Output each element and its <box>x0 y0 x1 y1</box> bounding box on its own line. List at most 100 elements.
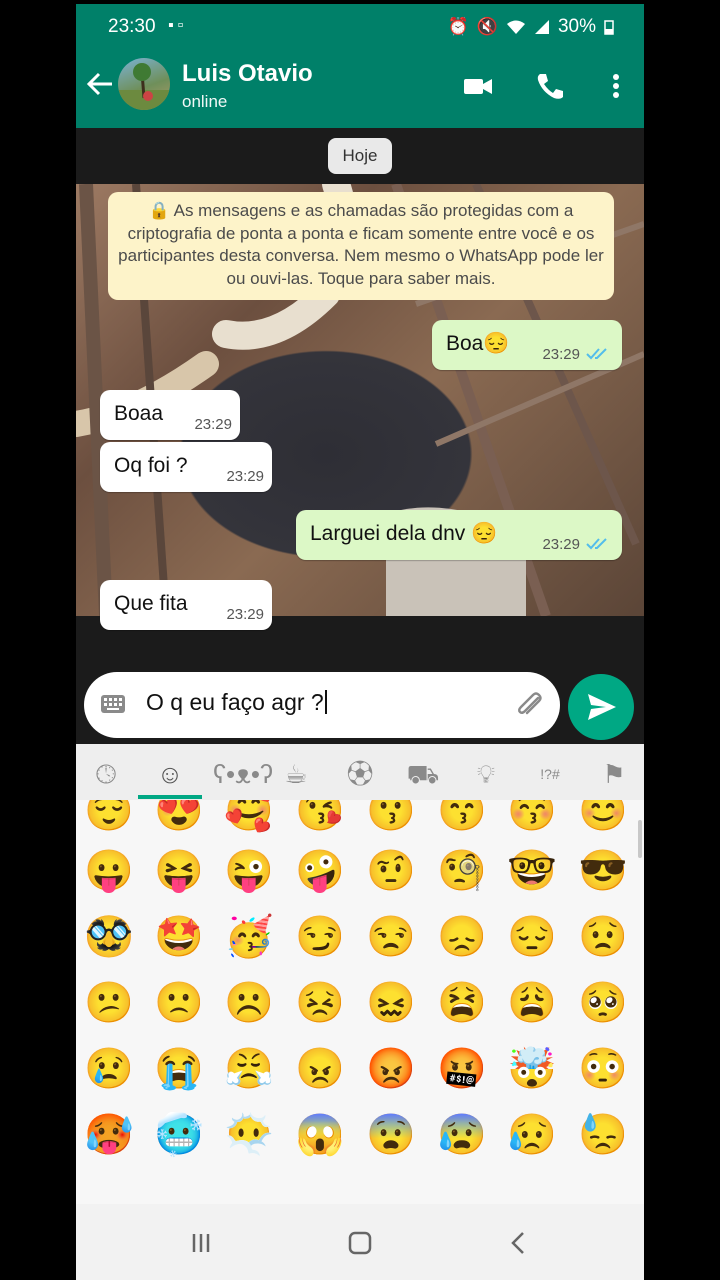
active-tab-indicator <box>138 795 202 799</box>
emoji-key[interactable]: 😌 <box>84 800 134 836</box>
emoji-key[interactable]: 😍 <box>154 800 204 836</box>
emoji-key[interactable]: 🥵 <box>84 1110 134 1160</box>
message-bubble-outgoing[interactable]: Larguei dela dnv 😔 23:29 <box>296 510 622 560</box>
emoji-key[interactable]: 🤩 <box>154 912 204 962</box>
emoji-key[interactable]: 😝 <box>154 846 204 896</box>
emoji-key[interactable]: 😖 <box>366 978 416 1028</box>
clock-icon[interactable]: 🕓︎ <box>86 754 126 794</box>
emoji-key[interactable]: 😥 <box>507 1110 557 1160</box>
emoji-key[interactable]: 😙 <box>437 800 487 836</box>
symbols-icon[interactable]: !?# <box>530 754 570 794</box>
emoji-key[interactable]: 🥸 <box>84 912 134 962</box>
home-icon[interactable] <box>345 1228 375 1258</box>
emoji-key[interactable]: 😏 <box>295 912 345 962</box>
emoji-key[interactable]: 😘 <box>295 800 345 836</box>
emoji-key[interactable]: 😠 <box>295 1044 345 1094</box>
emoji-scrollbar[interactable] <box>638 820 642 858</box>
message-text: Que fita <box>114 592 188 615</box>
message-bubble-incoming[interactable]: Boaa 23:29 <box>100 390 240 440</box>
encryption-notice[interactable]: 🔒 As mensagens e as chamadas são protegi… <box>108 192 614 300</box>
emoji-key[interactable]: 😊 <box>578 800 628 836</box>
emoji-key[interactable]: 😳 <box>578 1044 628 1094</box>
alarm-icon: ⏰ <box>447 17 469 36</box>
emoji-key[interactable]: 😣 <box>295 978 345 1028</box>
send-button[interactable] <box>568 674 634 740</box>
emoji-key[interactable]: 😕 <box>84 978 134 1028</box>
emoji-key[interactable]: 😞 <box>437 912 487 962</box>
bear-icon[interactable]: ʕ•ᴥ•ʔ <box>213 754 273 794</box>
emoji-key[interactable]: 😰 <box>437 1110 487 1160</box>
emoji-key[interactable]: 😡 <box>366 1044 416 1094</box>
emoji-key[interactable]: 😶‍🌫️ <box>224 1110 274 1160</box>
car-icon[interactable]: ⛟ <box>403 754 443 794</box>
emoji-key[interactable]: 🤓 <box>507 846 557 896</box>
cup-icon[interactable]: ☕︎ <box>276 754 316 794</box>
emoji-key[interactable]: 😗 <box>366 800 416 836</box>
wifi-icon <box>506 20 525 34</box>
message-bubble-incoming[interactable]: Oq foi ? 23:29 <box>100 442 272 492</box>
battery-icon <box>604 20 614 35</box>
smiley-icon[interactable]: ☺︎ <box>150 754 190 794</box>
phone-screen: 23:30 ▪▫ ⏰ 🔇 30% Luis Otavio online Hoje… <box>76 0 644 1280</box>
emoji-key[interactable]: 😨 <box>366 1110 416 1160</box>
emoji-key[interactable]: 🤬 <box>437 1044 487 1094</box>
message-bubble-outgoing[interactable]: Boa😔 23:29 <box>432 320 622 370</box>
read-ticks-icon <box>586 348 607 360</box>
phone-call-icon[interactable] <box>534 70 566 102</box>
emoji-key[interactable]: 😢 <box>84 1044 134 1094</box>
video-call-icon[interactable] <box>462 70 494 102</box>
bulb-icon[interactable]: 💡︎ <box>466 754 506 794</box>
emoji-key[interactable]: 😱 <box>295 1110 345 1160</box>
system-nav-bar <box>76 1204 644 1280</box>
emoji-key[interactable]: 🤯 <box>507 1044 557 1094</box>
mute-icon: 🔇 <box>476 17 498 36</box>
battery-level: 30% <box>557 16 596 37</box>
keyboard-icon[interactable] <box>100 693 126 715</box>
emoji-key[interactable]: 🥰 <box>224 800 274 836</box>
more-options-icon[interactable] <box>600 70 632 102</box>
emoji-key[interactable]: 😤 <box>224 1044 274 1094</box>
message-text: Boaa <box>114 402 164 425</box>
attach-icon[interactable] <box>512 688 546 722</box>
emoji-key[interactable]: 🥳 <box>224 912 274 962</box>
message-time: 23:29 <box>226 468 264 485</box>
emoji-key[interactable]: 😚 <box>507 800 557 836</box>
encryption-text: As mensagens e as chamadas são protegida… <box>118 201 604 288</box>
emoji-key[interactable]: 😫 <box>437 978 487 1028</box>
contact-name[interactable]: Luis Otavio <box>182 60 313 88</box>
emoji-key[interactable]: 🤪 <box>295 846 345 896</box>
back-arrow-icon[interactable] <box>84 68 116 100</box>
emoji-key[interactable]: 😛 <box>84 846 134 896</box>
back-icon[interactable] <box>504 1228 534 1258</box>
emoji-key[interactable]: 🤨 <box>366 846 416 896</box>
emoji-key[interactable]: ☹️ <box>224 978 274 1028</box>
emoji-key[interactable]: 😔 <box>507 912 557 962</box>
lock-icon: 🔒 <box>148 201 170 220</box>
emoji-key[interactable]: 🧐 <box>437 846 487 896</box>
status-right-icons: ⏰ 🔇 30% <box>448 16 614 38</box>
contact-status: online <box>182 92 228 111</box>
emoji-key[interactable]: 😓 <box>578 1110 628 1160</box>
read-ticks-icon <box>586 538 607 550</box>
avatar[interactable] <box>118 58 170 110</box>
date-chip: Hoje <box>328 138 392 174</box>
emoji-key[interactable]: 🙁 <box>154 978 204 1028</box>
message-input[interactable]: O q eu faço agr ? <box>146 689 327 716</box>
message-time: 23:29 <box>542 346 580 363</box>
notification-icons: ▪▫ <box>168 17 188 34</box>
emoji-key[interactable]: 🥶 <box>154 1110 204 1160</box>
emoji-key[interactable]: 😜 <box>224 846 274 896</box>
emoji-key[interactable]: 😎 <box>578 846 628 896</box>
emoji-key[interactable]: 😭 <box>154 1044 204 1094</box>
emoji-key[interactable]: 🥺 <box>578 978 628 1028</box>
emoji-key[interactable]: 😒 <box>366 912 416 962</box>
message-text: Oq foi ? <box>114 454 188 477</box>
emoji-grid: 😌 😍 🥰 😘 😗 😙 😚 😊 😛 😝 😜 🤪 🤨 🧐 🤓 😎 🥸 🤩 🥳 😏 😒 😞 😔 😟 😕 🙁 ☹️ 😣 😖 😫 😩 🥺 😢 😭 😤 😠 😡 🤬 🤯… <box>76 800 644 1204</box>
ball-icon[interactable]: ⚽︎ <box>340 754 380 794</box>
emoji-key[interactable]: 😟 <box>578 912 628 962</box>
flag-icon[interactable]: ⚑ <box>594 754 634 794</box>
message-input-bar[interactable]: O q eu faço agr ? <box>84 672 560 738</box>
emoji-key[interactable]: 😩 <box>507 978 557 1028</box>
message-bubble-incoming[interactable]: Que fita 23:29 <box>100 580 272 630</box>
recents-icon[interactable] <box>186 1228 216 1258</box>
